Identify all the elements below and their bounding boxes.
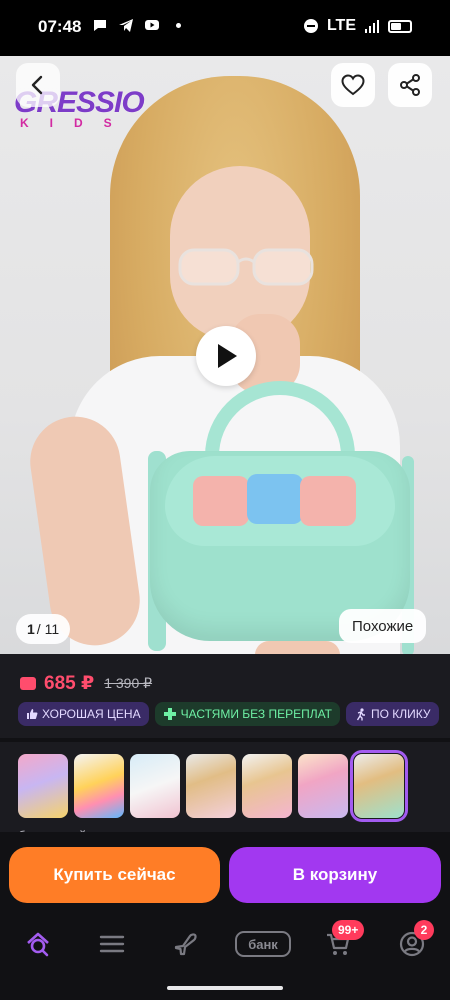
image-counter-total: / 11 bbox=[36, 621, 60, 637]
thumbnail[interactable] bbox=[186, 754, 236, 818]
image-counter-current: 1 bbox=[27, 621, 35, 637]
profile-count-badge: 2 bbox=[414, 920, 434, 940]
do-not-disturb-icon bbox=[303, 19, 318, 33]
running-icon bbox=[356, 707, 366, 720]
buy-now-button[interactable]: Купить сейчас bbox=[9, 847, 220, 903]
back-button[interactable] bbox=[16, 63, 60, 107]
variant-thumbnails: бирюзовый bbox=[0, 742, 450, 843]
status-right: LTE bbox=[303, 17, 412, 35]
image-puzzle-piece bbox=[300, 476, 356, 526]
tab-home[interactable] bbox=[18, 926, 58, 962]
bank-label: банк bbox=[235, 931, 291, 957]
thumbnail[interactable] bbox=[18, 754, 68, 818]
thumb-up-icon bbox=[27, 709, 38, 719]
thumbnail-row bbox=[18, 750, 408, 822]
plus-cross-icon bbox=[163, 708, 176, 720]
similar-button[interactable]: Похожие bbox=[339, 609, 427, 643]
youtube-icon bbox=[145, 20, 159, 30]
badges: ХОРОШАЯ ЦЕНА ЧАСТЯМИ БЕЗ ПЕРЕПЛАТ ПО КЛИ… bbox=[18, 702, 439, 726]
favorite-button[interactable] bbox=[331, 63, 375, 107]
image-glasses bbox=[178, 248, 314, 286]
status-bar: 07:48 LTE bbox=[0, 0, 450, 56]
old-price: 1 390 ₽ bbox=[104, 675, 153, 691]
tab-travel[interactable] bbox=[167, 926, 207, 962]
badge-one-click[interactable]: ПО КЛИКУ bbox=[346, 702, 439, 726]
badge-label: ПО КЛИКУ bbox=[371, 707, 431, 721]
heart-icon bbox=[341, 74, 365, 96]
chat-icon bbox=[94, 20, 106, 31]
status-time: 07:48 bbox=[38, 17, 82, 36]
more-dot-icon bbox=[176, 22, 181, 28]
plane-icon bbox=[174, 933, 197, 956]
status-notification-icons bbox=[92, 17, 181, 33]
image-puzzle-piece bbox=[247, 474, 303, 524]
signal-icon bbox=[365, 20, 379, 33]
purchase-actions: Купить сейчас В корзину bbox=[0, 832, 450, 912]
image-counter: 1 / 11 bbox=[16, 614, 71, 644]
share-icon bbox=[400, 74, 420, 96]
badge-label: ХОРОШАЯ ЦЕНА bbox=[42, 707, 141, 721]
thumbnail[interactable] bbox=[242, 754, 292, 818]
telegram-icon bbox=[119, 19, 133, 32]
bottom-tab-bar: банк 99+ 2 bbox=[0, 912, 450, 1000]
thumbnail[interactable] bbox=[298, 754, 348, 818]
tab-profile[interactable]: 2 bbox=[392, 920, 434, 962]
add-to-cart-button[interactable]: В корзину bbox=[229, 847, 441, 903]
play-video-button[interactable] bbox=[196, 326, 256, 386]
badge-good-price[interactable]: ХОРОШАЯ ЦЕНА bbox=[18, 702, 149, 726]
thumbnail[interactable] bbox=[74, 754, 124, 818]
menu-icon bbox=[99, 935, 125, 953]
wallet-icon bbox=[20, 677, 36, 690]
screen: 07:48 LTE GRESSIO KIDS 1 / 11 Похожие 68… bbox=[0, 0, 450, 1000]
play-icon bbox=[218, 344, 237, 368]
tab-bank[interactable]: банк bbox=[234, 926, 292, 962]
cart-count-badge: 99+ bbox=[332, 920, 365, 940]
back-arrow-icon bbox=[31, 75, 43, 95]
image-puzzle-piece bbox=[193, 476, 249, 526]
home-search-icon bbox=[27, 932, 49, 957]
badge-installments[interactable]: ЧАСТЯМИ БЕЗ ПЕРЕПЛАТ bbox=[154, 702, 341, 726]
home-indicator[interactable] bbox=[167, 986, 283, 990]
battery-icon bbox=[388, 19, 412, 33]
image-hands bbox=[255, 641, 340, 654]
price-row: 685 ₽ 1 390 ₽ bbox=[20, 672, 152, 695]
badge-label: ЧАСТЯМИ БЕЗ ПЕРЕПЛАТ bbox=[180, 707, 333, 721]
thumbnail[interactable] bbox=[130, 754, 180, 818]
tab-catalog[interactable] bbox=[92, 926, 132, 962]
price-section: 685 ₽ 1 390 ₽ ХОРОШАЯ ЦЕНА ЧАСТЯМИ БЕЗ П… bbox=[0, 654, 450, 738]
network-label: LTE bbox=[326, 17, 356, 34]
thumbnail-selected[interactable] bbox=[350, 750, 408, 822]
share-button[interactable] bbox=[388, 63, 432, 107]
current-price: 685 ₽ bbox=[44, 673, 95, 694]
tab-cart[interactable]: 99+ bbox=[318, 920, 365, 962]
